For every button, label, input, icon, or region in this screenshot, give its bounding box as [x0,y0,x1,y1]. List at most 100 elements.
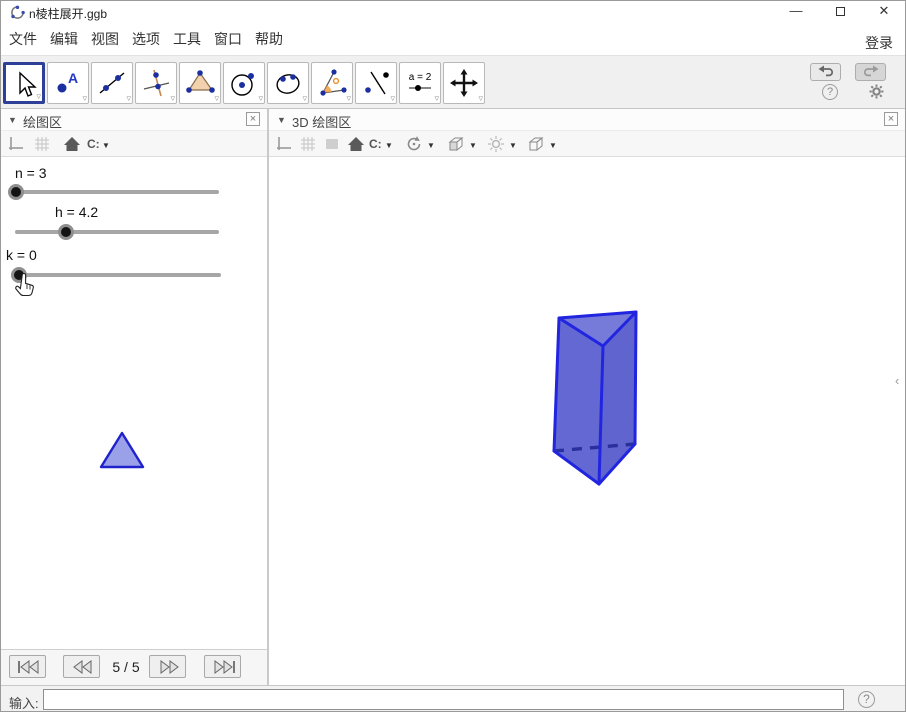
redo-button[interactable] [855,63,886,81]
nav-page-indicator: 5 / 5 [112,659,140,675]
menu-options[interactable]: 选项 [132,29,160,49]
triangle-object[interactable] [98,429,146,471]
tool-angle-button[interactable]: ▿ [311,62,353,104]
axes-icon[interactable] [7,135,25,153]
lighting-icon[interactable] [487,135,505,153]
undo-button[interactable] [810,63,841,81]
slider-k-track[interactable] [15,273,221,277]
chevron-down-icon[interactable]: ▼ [549,141,557,150]
menu-edit[interactable]: 编辑 [50,29,78,49]
animation-navbar: 5 / 5 [1,649,267,685]
tool-slider-button[interactable]: a = 2 ▿ [399,62,441,104]
app-window: n棱柱展开.ggb — ✕ 文件 编辑 视图 选项 工具 窗口 帮助 登录 ▿ … [0,0,906,712]
hand-cursor-icon [15,273,34,297]
graphics-panel-title: 绘图区 [23,115,63,130]
clipping-box-icon[interactable] [527,135,545,153]
tool-reflect-button[interactable]: ▿ [355,62,397,104]
toolbar-help-icon[interactable]: ? [822,84,838,100]
point-icon: A [57,70,78,93]
chevron-down-icon[interactable]: ▼ [427,141,435,150]
menu-file[interactable]: 文件 [9,29,37,49]
login-link[interactable]: 登录 [865,33,893,53]
nav-prev-button[interactable] [63,655,100,678]
slider-n-label: n = 3 [15,165,47,181]
panel-collapse-arrow-icon[interactable]: ‹ [895,373,899,388]
circle-icon [231,73,254,96]
point-capturing-label[interactable]: C: [87,137,100,151]
point-capturing-3d-label[interactable]: C: [369,137,382,151]
chevron-down-icon[interactable]: ▼ [385,141,393,150]
svg-text:A: A [68,70,78,86]
tool-move-button[interactable]: ▿ [3,62,45,104]
graphics-panel-close-icon[interactable]: × [246,112,260,126]
panel-collapse-icon[interactable]: ▼ [8,115,17,125]
step-forward-icon [160,660,179,674]
chevron-down-icon[interactable]: ▼ [509,141,517,150]
toolbar: ▿ A ▿ ▿ ▿ ▿ ▿ ▿ ▿ ▿ a = 2 ▿ ▿ ? [1,55,905,109]
home-icon[interactable] [63,135,81,153]
tool-move-view-button[interactable]: ▿ [443,62,485,104]
move-view-icon [450,69,478,97]
home-3d-icon[interactable] [347,135,365,153]
menu-window[interactable]: 窗口 [214,29,242,49]
window-title: n棱柱展开.ggb [29,7,108,21]
command-input[interactable] [43,689,844,710]
tool-point-button[interactable]: A ▿ [47,62,89,104]
plane-icon[interactable] [323,135,341,153]
line-icon [99,72,125,94]
tool-polygon-button[interactable]: ▿ [179,62,221,104]
menu-help[interactable]: 帮助 [255,29,283,49]
chevron-down-icon[interactable]: ▼ [469,141,477,150]
nav-last-button[interactable] [204,655,241,678]
nav-next-button[interactable] [149,655,186,678]
slider-icon: a = 2 [409,72,432,91]
slider-n-track[interactable] [15,190,219,194]
tool-ellipse-button[interactable]: ▿ [267,62,309,104]
undo-icon [818,65,833,77]
tool-perpendicular-button[interactable]: ▿ [135,62,177,104]
slider-k-label: k = 0 [6,247,37,263]
slider-h-track[interactable] [15,230,219,234]
graphics3d-panel-title: 3D 绘图区 [292,115,352,130]
input-bar: 输入: ? [1,685,905,711]
angle-icon [320,69,347,96]
svg-text:a = 2: a = 2 [409,72,432,83]
view-direction-cube-icon[interactable] [447,135,465,153]
close-button[interactable]: ✕ [867,1,901,23]
grid-icon[interactable] [33,135,51,153]
slider-n-handle[interactable] [8,184,24,200]
geogebra-logo-icon [11,5,25,19]
polygon-icon [186,70,215,93]
step-back-icon [73,660,92,674]
graphics3d-panel-close-icon[interactable]: × [884,112,898,126]
graphics-panel-header: ▼ 绘图区 × [1,109,267,131]
menu-tools[interactable]: 工具 [173,29,201,49]
nav-first-button[interactable] [9,655,46,678]
menu-view[interactable]: 视图 [91,29,119,49]
graphics3d-panel-header: ▼ 3D 绘图区 × [269,109,905,131]
input-label: 输入: [9,696,39,711]
graphics3d-stylebar: C: ▼ ▼ ▼ ▼ ▼ [269,131,905,157]
chevron-down-icon[interactable]: ▼ [102,141,110,150]
axes-3d-icon[interactable] [275,135,293,153]
minimize-button[interactable]: — [779,1,813,23]
rotate-view-icon[interactable] [405,135,423,153]
graphics-stylebar: C: ▼ [1,131,267,157]
settings-gear-icon[interactable] [869,84,884,99]
tool-circle-button[interactable]: ▿ [223,62,265,104]
perpendicular-line-icon [143,69,170,97]
skip-last-icon [214,660,235,674]
reflect-line-icon [365,71,389,95]
input-help-icon[interactable]: ? [858,691,875,708]
redo-icon [863,65,878,77]
tool-line-button[interactable]: ▿ [91,62,133,104]
panel3d-collapse-icon[interactable]: ▼ [277,115,286,125]
slider-h-handle[interactable] [58,224,74,240]
triangular-prism-object[interactable] [546,301,646,496]
ellipse-icon [276,74,300,94]
slider-h-label: h = 4.2 [55,204,99,220]
maximize-button[interactable] [823,1,857,23]
titlebar: n棱柱展开.ggb — ✕ [1,1,905,23]
grid-3d-icon[interactable] [299,135,317,153]
skip-first-icon [18,660,39,674]
